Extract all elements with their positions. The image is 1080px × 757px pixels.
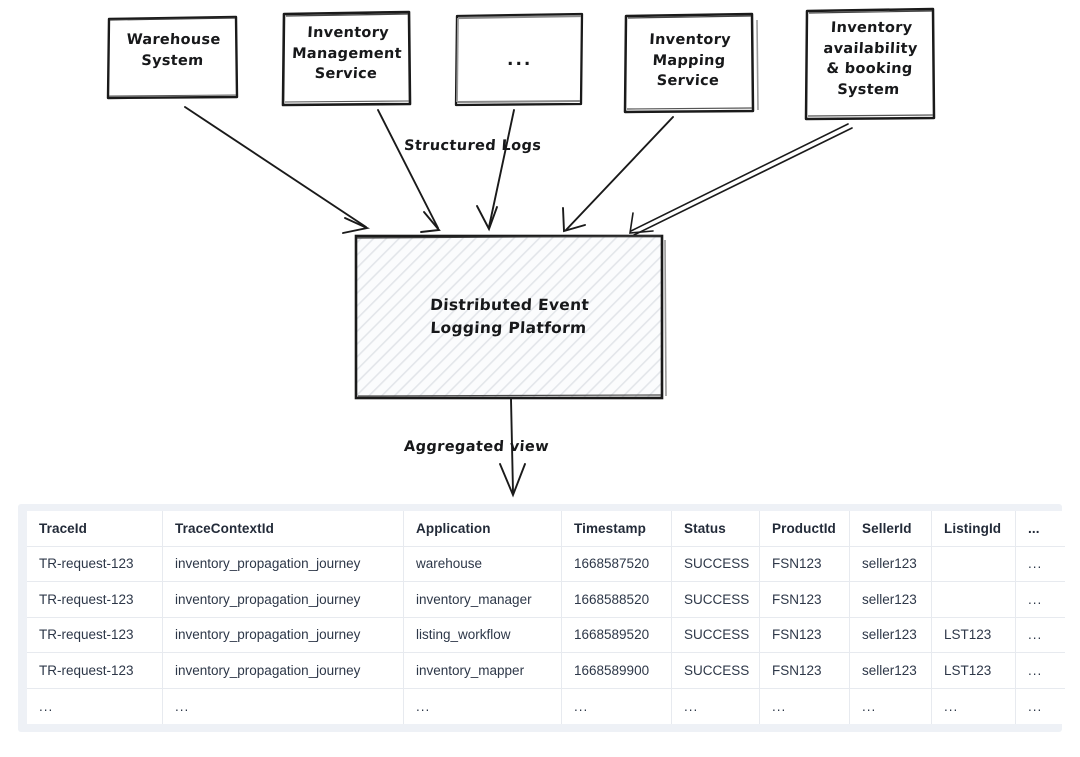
cell-timestamp: ... (562, 688, 672, 724)
cell-listingid: ... (932, 688, 1016, 724)
log-table-panel: TraceId TraceContextId Application Times… (18, 504, 1065, 732)
cell-listingid: LST123 (932, 653, 1016, 689)
cell-sellerid: seller123 (850, 653, 932, 689)
cell-listingid (932, 582, 1016, 618)
log-table: TraceId TraceContextId Application Times… (27, 511, 1065, 724)
column-header-listingid[interactable]: ListingId (932, 511, 1016, 547)
cell-productid: ... (760, 688, 850, 724)
arrow-inventory-availability-to-platform (629, 123, 853, 236)
cell-traceid: TR-request-123 (27, 582, 163, 618)
cell-status: SUCCESS (672, 617, 760, 653)
cell-application: ... (404, 688, 562, 724)
cell-productid: FSN123 (760, 653, 850, 689)
table-row[interactable]: TR-request-123 inventory_propagation_jou… (27, 582, 1065, 618)
source-box-inventory-mapping-service (623, 12, 759, 114)
arrow-warehouse-to-platform (184, 106, 371, 234)
cell-sellerid: seller123 (850, 546, 932, 582)
table-row[interactable]: ... ... ... ... ... ... ... ... ... (27, 688, 1065, 724)
column-header-sellerid[interactable]: SellerId (850, 511, 932, 547)
cell-sellerid: seller123 (850, 582, 932, 618)
table-row[interactable]: TR-request-123 inventory_propagation_jou… (27, 546, 1065, 582)
cell-tracecontextid: inventory_propagation_journey (163, 653, 404, 689)
edge-label-aggregated-view: Aggregated view (403, 439, 550, 455)
diagram-canvas (106, 7, 936, 498)
column-header-more[interactable]: ... (1016, 511, 1065, 547)
cell-sellerid: seller123 (850, 617, 932, 653)
cell-listingid: LST123 (932, 617, 1016, 653)
cell-traceid: TR-request-123 (27, 653, 163, 689)
source-box-warehouse-system (106, 15, 239, 100)
cell-status: SUCCESS (672, 546, 760, 582)
platform-box (354, 234, 667, 400)
cell-application: inventory_manager (404, 582, 562, 618)
cell-timestamp: 1668587520 (562, 546, 672, 582)
cell-application: listing_workflow (404, 617, 562, 653)
cell-status: ... (672, 688, 760, 724)
edge-label-structured-logs: Structured Logs (403, 138, 542, 154)
cell-status: SUCCESS (672, 582, 760, 618)
cell-tracecontextid: inventory_propagation_journey (163, 582, 404, 618)
cell-application: inventory_mapper (404, 653, 562, 689)
source-label-ellipsis: ... (507, 50, 533, 70)
table-row[interactable]: TR-request-123 inventory_propagation_jou… (27, 617, 1065, 653)
arrow-inventory-management-to-platform (377, 109, 441, 233)
cell-status: SUCCESS (672, 653, 760, 689)
cell-application: warehouse (404, 546, 562, 582)
cell-tracecontextid: inventory_propagation_journey (163, 546, 404, 582)
cell-traceid: TR-request-123 (27, 617, 163, 653)
cell-traceid: TR-request-123 (27, 546, 163, 582)
cell-sellerid: ... (850, 688, 932, 724)
cell-productid: FSN123 (760, 546, 850, 582)
column-header-status[interactable]: Status (672, 511, 760, 547)
cell-timestamp: 1668589520 (562, 617, 672, 653)
cell-tracecontextid: inventory_propagation_journey (163, 617, 404, 653)
table-row[interactable]: TR-request-123 inventory_propagation_jou… (27, 653, 1065, 689)
cell-traceid: ... (27, 688, 163, 724)
cell-more: ... (1016, 688, 1065, 724)
cell-timestamp: 1668588520 (562, 582, 672, 618)
source-box-inventory-availability-booking-system (804, 7, 936, 121)
cell-more: ... (1016, 582, 1065, 618)
table-header-row: TraceId TraceContextId Application Times… (27, 511, 1065, 547)
column-header-tracecontextid[interactable]: TraceContextId (163, 511, 404, 547)
column-header-traceid[interactable]: TraceId (27, 511, 163, 547)
cell-more: ... (1016, 546, 1065, 582)
cell-listingid (932, 546, 1016, 582)
cell-timestamp: 1668589900 (562, 653, 672, 689)
cell-productid: FSN123 (760, 617, 850, 653)
cell-more: ... (1016, 617, 1065, 653)
column-header-application[interactable]: Application (404, 511, 562, 547)
column-header-timestamp[interactable]: Timestamp (562, 511, 672, 547)
arrow-inventory-mapping-to-platform (562, 116, 674, 233)
column-header-productid[interactable]: ProductId (760, 511, 850, 547)
cell-tracecontextid: ... (163, 688, 404, 724)
cell-more: ... (1016, 653, 1065, 689)
architecture-diagram: Warehouse System Inventory Management Se… (0, 0, 1080, 505)
diagram-and-table-screenshot: Warehouse System Inventory Management Se… (0, 0, 1080, 757)
source-box-inventory-management-service (281, 10, 412, 107)
cell-productid: FSN123 (760, 582, 850, 618)
arrow-ellipsis-to-platform (476, 109, 515, 232)
